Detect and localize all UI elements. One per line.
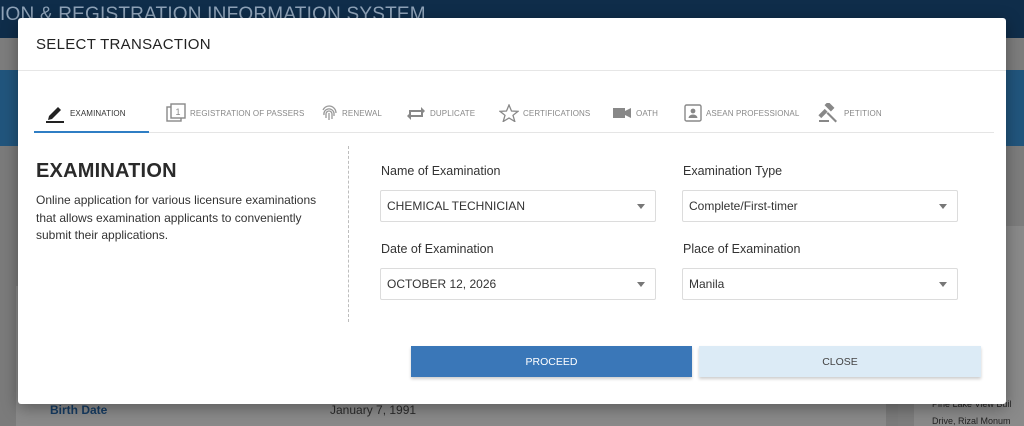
tab-label: PETITION bbox=[844, 108, 882, 118]
select-value: OCTOBER 12, 2026 bbox=[387, 277, 497, 291]
chevron-down-icon bbox=[637, 282, 645, 287]
chevron-down-icon bbox=[939, 204, 947, 209]
svg-text:1: 1 bbox=[175, 107, 180, 117]
tab-oath[interactable]: OATH bbox=[612, 94, 658, 132]
transaction-tabs: EXAMINATION 1 REGISTRATION OF PASSERS RE… bbox=[34, 94, 994, 133]
numbered-box-icon: 1 bbox=[166, 103, 186, 123]
chevron-down-icon bbox=[939, 282, 947, 287]
transaction-description: EXAMINATION Online application for vario… bbox=[36, 160, 336, 245]
tab-certifications[interactable]: CERTIFICATIONS bbox=[499, 94, 590, 132]
tab-duplicate[interactable]: DUPLICATE bbox=[406, 94, 475, 132]
gavel-icon bbox=[818, 103, 840, 123]
tab-renewal[interactable]: RENEWAL bbox=[320, 94, 382, 132]
close-button[interactable]: CLOSE bbox=[699, 346, 981, 377]
section-divider bbox=[348, 146, 349, 322]
tab-label: CERTIFICATIONS bbox=[523, 108, 591, 118]
section-title: EXAMINATION bbox=[36, 160, 177, 182]
select-value: Complete/First-timer bbox=[689, 199, 798, 213]
tab-label: ASEAN PROFESSIONAL bbox=[706, 108, 800, 118]
video-camera-icon bbox=[612, 106, 632, 120]
id-card-icon bbox=[684, 104, 702, 122]
proceed-button[interactable]: PROCEED bbox=[411, 346, 692, 377]
select-value: CHEMICAL TECHNICIAN bbox=[387, 199, 526, 213]
section-description: Online application for various licensure… bbox=[36, 193, 317, 242]
tab-label: EXAMINATION bbox=[70, 108, 126, 118]
office-card-address: Drive, Rizal Monum bbox=[932, 416, 1011, 426]
modal-title: SELECT TRANSACTION bbox=[36, 35, 211, 53]
examination-type-label: Examination Type bbox=[683, 164, 783, 178]
place-of-examination-select[interactable]: Manila bbox=[682, 268, 958, 300]
examination-type-select[interactable]: Complete/First-timer bbox=[682, 190, 958, 222]
tab-registration-of-passers[interactable]: 1 REGISTRATION OF PASSERS bbox=[166, 94, 304, 132]
tab-label: DUPLICATE bbox=[430, 108, 476, 118]
tab-label: OATH bbox=[636, 108, 659, 118]
tab-asean-professional[interactable]: ASEAN PROFESSIONAL bbox=[684, 94, 799, 132]
tab-label: REGISTRATION OF PASSERS bbox=[190, 108, 305, 118]
fingerprint-icon bbox=[320, 104, 338, 122]
place-of-examination-label: Place of Examination bbox=[683, 242, 801, 256]
swap-arrows-icon bbox=[406, 104, 426, 122]
select-transaction-modal: SELECT TRANSACTION EXAMINATION 1 REGISTR… bbox=[18, 18, 1006, 404]
date-of-examination-label: Date of Examination bbox=[381, 242, 494, 256]
birth-date-value: January 7, 1991 bbox=[330, 403, 417, 417]
chevron-down-icon bbox=[637, 204, 645, 209]
name-of-examination-select[interactable]: CHEMICAL TECHNICIAN bbox=[380, 190, 656, 222]
pen-icon bbox=[44, 103, 66, 123]
date-of-examination-select[interactable]: OCTOBER 12, 2026 bbox=[380, 268, 656, 300]
active-tab-indicator bbox=[34, 131, 149, 133]
tab-examination[interactable]: EXAMINATION bbox=[34, 94, 149, 133]
star-icon bbox=[499, 104, 519, 122]
select-value: Manila bbox=[689, 277, 725, 291]
name-of-examination-label: Name of Examination bbox=[381, 164, 501, 178]
tab-label: RENEWAL bbox=[342, 108, 382, 118]
tab-petition[interactable]: PETITION bbox=[818, 94, 882, 132]
birth-date-label: Birth Date bbox=[50, 403, 108, 417]
modal-header: SELECT TRANSACTION bbox=[18, 18, 1006, 71]
